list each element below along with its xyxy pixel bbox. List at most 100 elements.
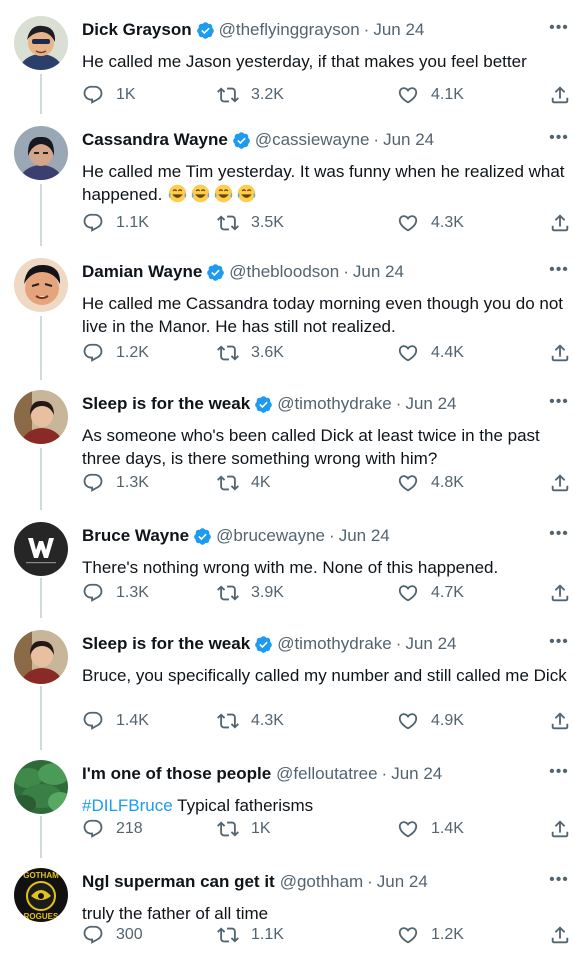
avatar-tim-drake-icon — [14, 390, 68, 444]
verified-badge-icon — [232, 131, 251, 150]
retweet-button[interactable]: 3.9K — [217, 582, 284, 604]
display-name[interactable]: Dick Grayson — [82, 20, 192, 40]
share-button[interactable] — [549, 84, 571, 106]
display-name[interactable]: Damian Wayne — [82, 262, 202, 282]
handle[interactable]: @brucewayne — [216, 526, 325, 546]
avatar[interactable] — [14, 16, 68, 70]
tweet-header: I'm one of those people @felloutatree · … — [82, 762, 545, 786]
tweet[interactable]: Sleep is for the weak @timothydrake · Ju… — [0, 618, 585, 750]
retweet-icon — [217, 821, 239, 837]
retweet-button[interactable]: 1K — [217, 818, 271, 840]
retweet-count: 3.5K — [251, 214, 284, 231]
handle[interactable]: @thebloodson — [229, 262, 339, 282]
handle[interactable]: @cassiewayne — [255, 130, 370, 150]
like-button[interactable]: 4.3K — [397, 212, 464, 234]
handle[interactable]: @timothydrake — [277, 394, 392, 414]
avatar[interactable] — [14, 390, 68, 444]
display-name[interactable]: I'm one of those people — [82, 764, 271, 784]
retweet-button[interactable]: 3.2K — [217, 84, 284, 106]
tweet[interactable]: Sleep is for the weak @timothydrake · Ju… — [0, 378, 585, 510]
avatar[interactable] — [14, 126, 68, 180]
reply-button[interactable]: 300 — [82, 924, 143, 946]
more-options-icon[interactable]: ••• — [547, 392, 571, 412]
reply-count: 1.1K — [116, 214, 149, 231]
share-button[interactable] — [549, 472, 571, 494]
tweet[interactable]: I'm one of those people @felloutatree · … — [0, 748, 585, 856]
share-button[interactable] — [549, 212, 571, 234]
reply-icon — [83, 925, 103, 944]
tweet-date[interactable]: Jun 24 — [353, 262, 404, 282]
reply-count: 1.2K — [116, 344, 149, 361]
display-name[interactable]: Bruce Wayne — [82, 526, 189, 546]
handle[interactable]: @felloutatree — [276, 764, 377, 784]
more-options-icon[interactable]: ••• — [547, 632, 571, 652]
share-button[interactable] — [549, 710, 571, 732]
like-button[interactable]: 4.7K — [397, 582, 464, 604]
more-options-icon[interactable]: ••• — [547, 762, 571, 782]
tweet-header: Bruce Wayne @brucewayne · Jun 24 — [82, 524, 545, 548]
tweet-date[interactable]: Jun 24 — [405, 634, 456, 654]
reply-button[interactable]: 1.4K — [82, 710, 149, 732]
reply-button[interactable]: 1.3K — [82, 472, 149, 494]
tweet[interactable]: Damian Wayne @thebloodson · Jun 24 ••• H… — [0, 246, 585, 380]
like-count: 4.7K — [431, 584, 464, 601]
share-button[interactable] — [549, 582, 571, 604]
share-button[interactable] — [549, 924, 571, 946]
tweet-date[interactable]: Jun 24 — [391, 764, 442, 784]
tweet-header: Cassandra Wayne @cassiewayne · Jun 24 — [82, 128, 545, 152]
like-button[interactable]: 4.4K — [397, 342, 464, 364]
more-options-icon[interactable]: ••• — [547, 18, 571, 38]
avatar[interactable] — [14, 522, 68, 576]
hashtag-link[interactable]: #DILFBruce — [82, 796, 173, 815]
display-name[interactable]: Sleep is for the weak — [82, 394, 250, 414]
more-options-icon[interactable]: ••• — [547, 260, 571, 280]
tweet-date[interactable]: Jun 24 — [383, 130, 434, 150]
retweet-count: 3.9K — [251, 584, 284, 601]
avatar[interactable] — [14, 630, 68, 684]
reply-button[interactable]: 1.2K — [82, 342, 149, 364]
retweet-button[interactable]: 3.5K — [217, 212, 284, 234]
tweet-date[interactable]: Jun 24 — [339, 526, 390, 546]
handle[interactable]: @theflyinggrayson — [219, 20, 360, 40]
separator: · — [373, 130, 380, 149]
reply-button[interactable]: 1.1K — [82, 212, 149, 234]
tweet[interactable]: GOTHAM ROGUES Ngl superman can get it @g… — [0, 856, 585, 960]
retweet-button[interactable]: 1.1K — [217, 924, 284, 946]
handle[interactable]: @timothydrake — [277, 634, 392, 654]
like-button[interactable]: 4.8K — [397, 472, 464, 494]
tweet[interactable]: Cassandra Wayne @cassiewayne · Jun 24 ••… — [0, 114, 585, 246]
retweet-button[interactable]: 4.3K — [217, 710, 284, 732]
reply-button[interactable]: 1K — [82, 84, 136, 106]
like-button[interactable]: 1.4K — [397, 818, 464, 840]
tweet-header: Damian Wayne @thebloodson · Jun 24 — [82, 260, 545, 284]
avatar[interactable] — [14, 258, 68, 312]
share-button[interactable] — [549, 818, 571, 840]
display-name[interactable]: Sleep is for the weak — [82, 634, 250, 654]
tweet-date[interactable]: Jun 24 — [405, 394, 456, 414]
retweet-button[interactable]: 4K — [217, 472, 271, 494]
more-options-icon[interactable]: ••• — [547, 870, 571, 890]
handle[interactable]: @gothham — [280, 872, 363, 892]
separator: · — [395, 394, 402, 413]
like-button[interactable]: 4.9K — [397, 710, 464, 732]
separator: · — [329, 526, 335, 545]
avatar[interactable]: GOTHAM ROGUES — [14, 868, 68, 922]
share-button[interactable] — [549, 342, 571, 364]
reply-button[interactable]: 218 — [82, 818, 143, 840]
tweet[interactable]: Bruce Wayne @brucewayne · Jun 24 ••• The… — [0, 510, 585, 618]
tweet-date[interactable]: Jun 24 — [377, 872, 428, 892]
retweet-button[interactable]: 3.6K — [217, 342, 284, 364]
like-button[interactable]: 1.2K — [397, 924, 464, 946]
like-count: 4.1K — [431, 86, 464, 103]
more-options-icon[interactable]: ••• — [547, 128, 571, 148]
avatar[interactable] — [14, 760, 68, 814]
more-options-icon[interactable]: ••• — [547, 524, 571, 544]
tweet-date[interactable]: Jun 24 — [373, 20, 424, 40]
tweet[interactable]: Dick Grayson @theflyinggrayson · Jun 24 … — [0, 4, 585, 114]
display-name[interactable]: Ngl superman can get it — [82, 872, 275, 892]
tweet-text: He called me Cassandra today morning eve… — [82, 294, 564, 336]
display-name[interactable]: Cassandra Wayne — [82, 130, 228, 150]
retweet-count: 1K — [251, 820, 271, 837]
reply-button[interactable]: 1.3K — [82, 582, 149, 604]
like-button[interactable]: 4.1K — [397, 84, 464, 106]
